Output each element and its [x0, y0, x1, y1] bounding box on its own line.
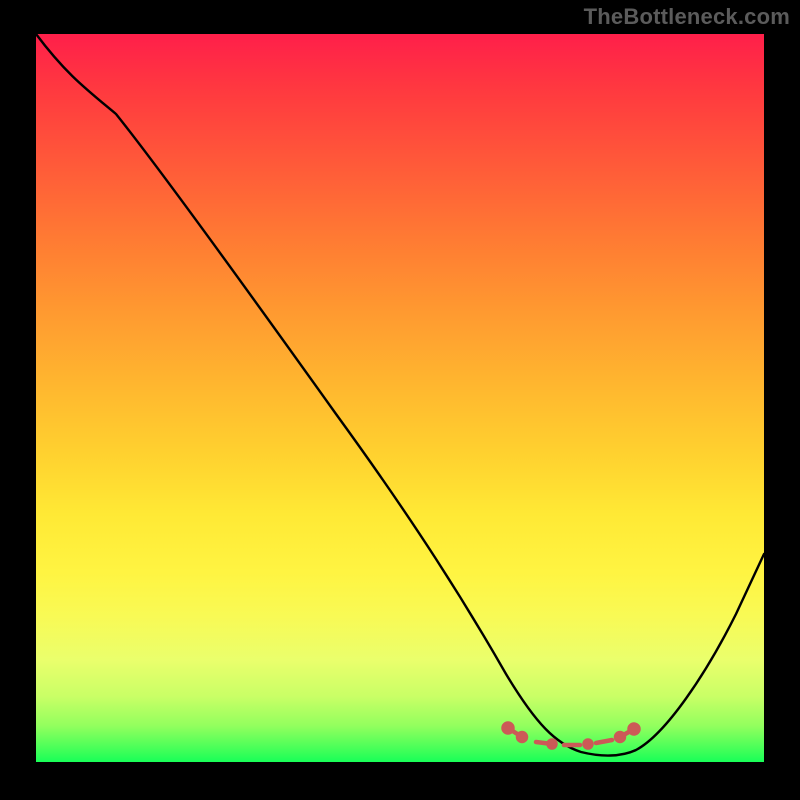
watermark-text: TheBottleneck.com — [584, 4, 790, 30]
plot-area — [36, 34, 764, 762]
chart-frame: TheBottleneck.com — [0, 0, 800, 800]
optimal-range-marker — [504, 724, 639, 748]
curve-svg — [36, 34, 764, 762]
bottleneck-curve-path — [36, 34, 764, 756]
